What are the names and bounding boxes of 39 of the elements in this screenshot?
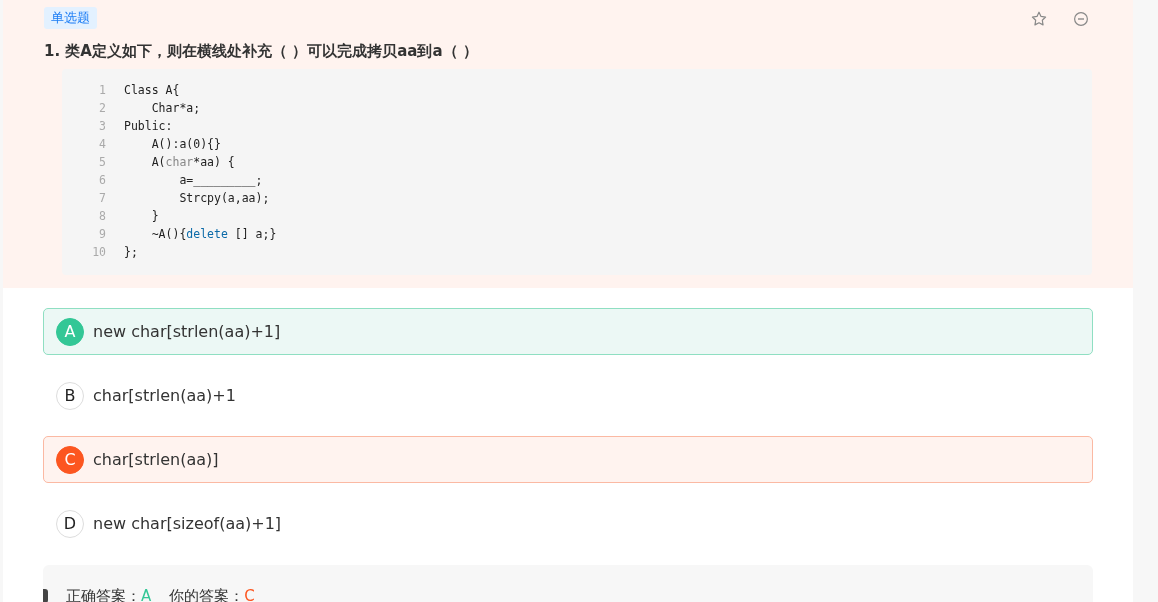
option-letter: A [56,317,84,346]
option-text: char[strlen(aa)+1 [93,386,236,405]
code-line: Public: [124,119,173,133]
line-number: 8 [98,209,107,223]
minus-circle-icon[interactable] [1072,10,1090,28]
your-answer: C [244,586,255,602]
question-title: 1. 类A定义如下，则在横线处补充（ ）可以完成拷贝aa到a（ ） [44,42,479,61]
correct-answer: A [141,586,152,602]
marker-icon [43,589,48,602]
line-number: 3 [98,119,107,133]
line-number: 1 [98,83,107,97]
star-icon[interactable] [1030,10,1048,28]
answer-option[interactable]: B char[strlen(aa)+1 [43,372,1093,419]
code-line: ~A(){delete [] a;} [150,227,277,241]
line-number: 6 [98,173,107,187]
code-line: Strcpy(a,aa); [178,191,270,205]
code-line: A(char*aa) { [150,155,235,169]
code-line: A():a(0){} [150,137,221,151]
question-type-tag: 单选题 [44,7,97,29]
option-text: new char[sizeof(aa)+1] [93,514,282,533]
code-line: } [150,209,159,223]
line-number: 2 [98,101,107,115]
option-letter: C [56,445,84,474]
line-number: 5 [98,155,107,169]
code-line: a=_________; [178,173,263,187]
option-letter: D [56,509,84,538]
option-text: new char[strlen(aa)+1] [93,322,281,341]
line-number: 4 [98,137,107,151]
answer-option[interactable]: C char[strlen(aa)] [43,436,1093,483]
option-letter: B [56,381,84,410]
code-line: Char*a; [150,101,201,115]
line-number: 10 [91,245,107,259]
code-line: }; [124,245,138,259]
line-number: 7 [98,191,107,205]
code-line: Class A{ [124,83,180,97]
answer-option[interactable]: D new char[sizeof(aa)+1] [43,500,1093,547]
option-text: char[strlen(aa)] [93,450,219,469]
answer-option[interactable]: A new char[strlen(aa)+1] [43,308,1093,355]
line-number: 9 [98,227,107,241]
